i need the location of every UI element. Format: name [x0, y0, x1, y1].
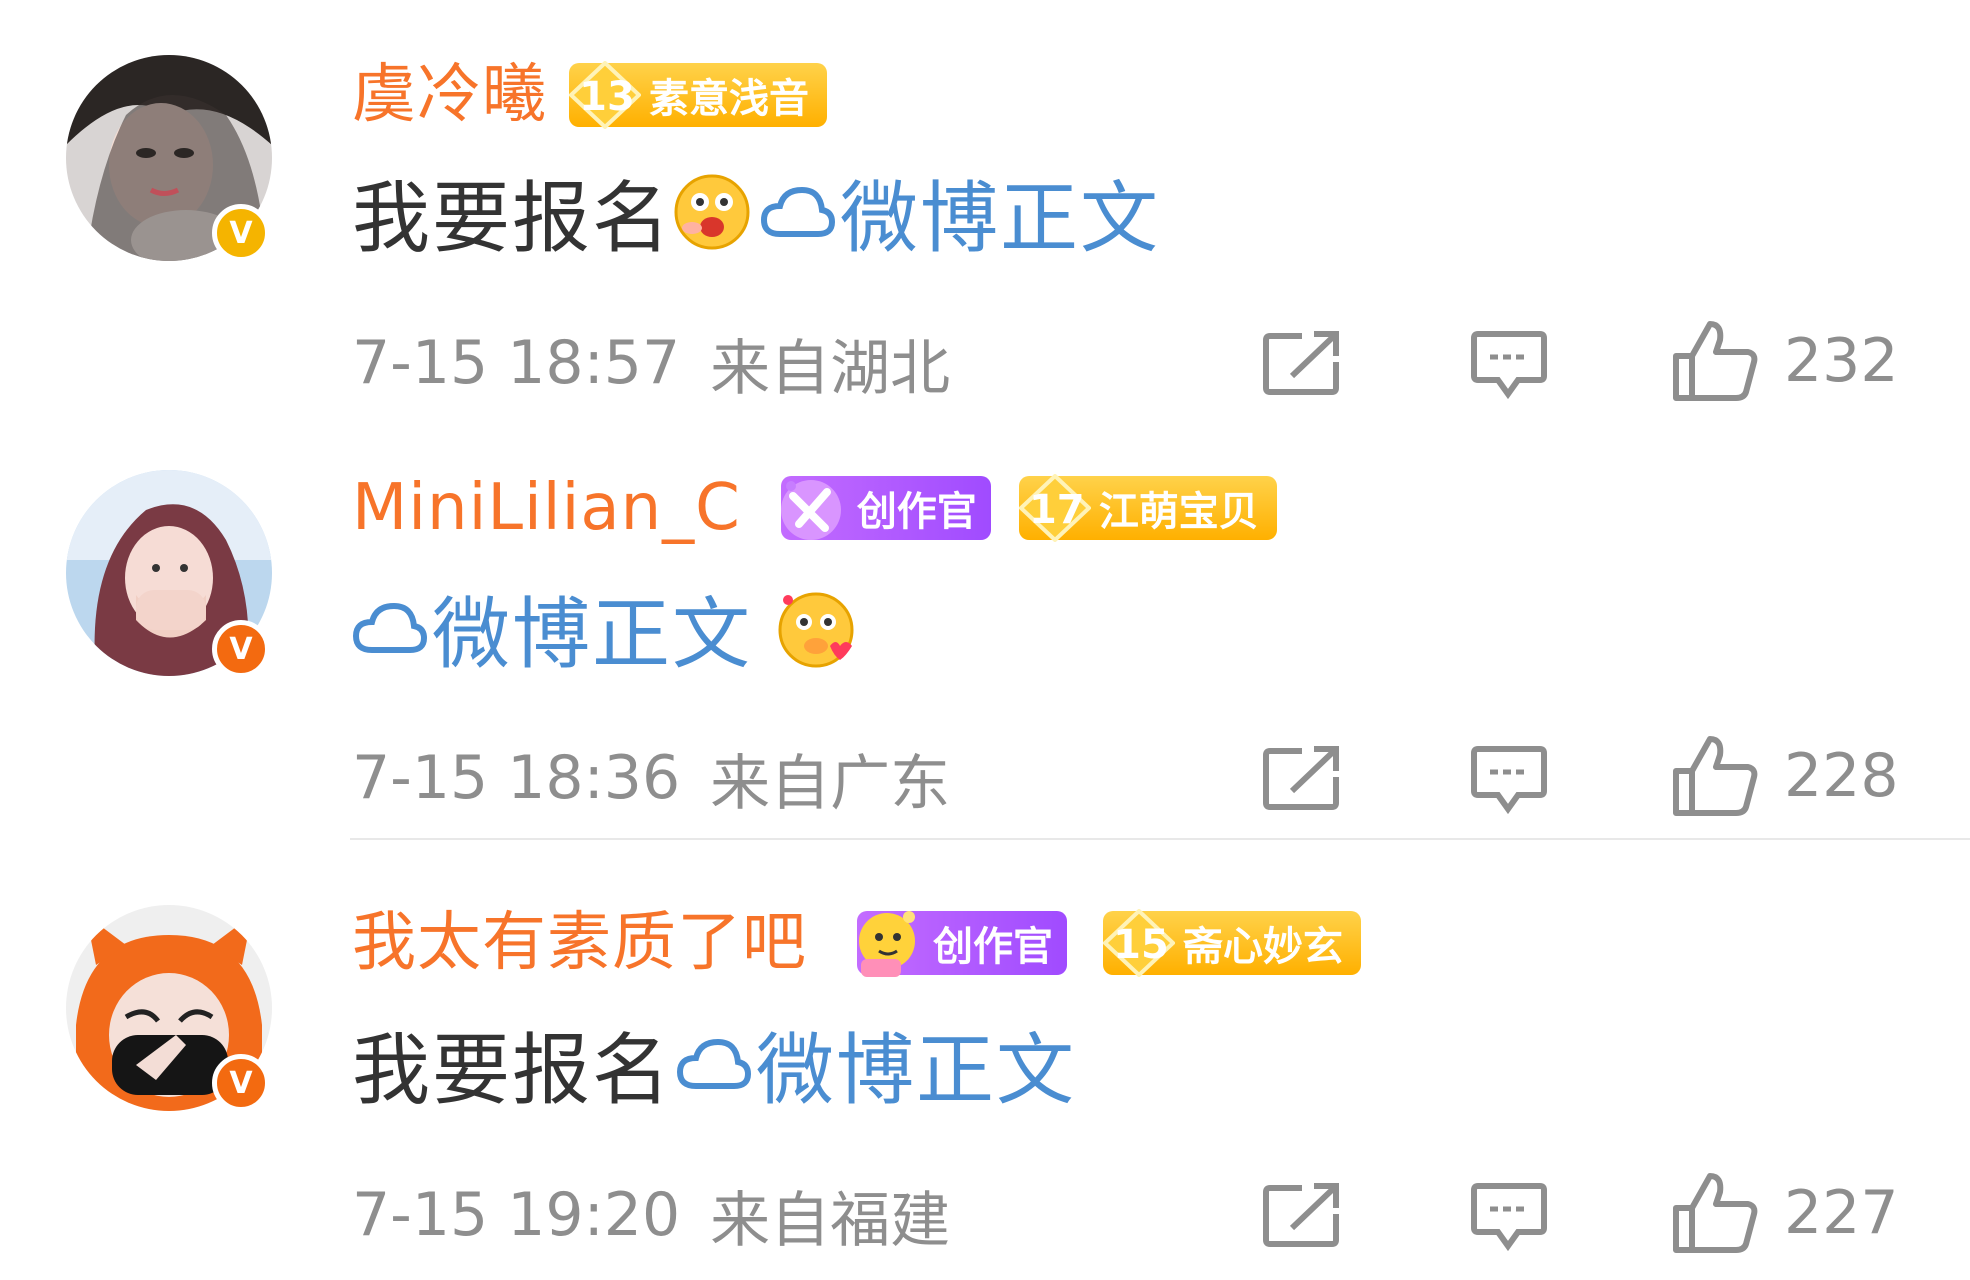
comment-time: 7-15 18:36: [352, 743, 681, 813]
thumbs-up-icon: [1673, 736, 1758, 816]
reply-button[interactable]: [1470, 330, 1548, 400]
weibo-post-link[interactable]: 微博正文: [352, 572, 752, 684]
creator-badge[interactable]: 创作官: [857, 911, 1067, 977]
comment-icon: [1471, 331, 1547, 400]
share-icon: [1263, 746, 1339, 810]
thumbs-up-icon: [1673, 1173, 1758, 1253]
fan-badge-label: 斋心妙玄: [1183, 924, 1343, 970]
comment-icon: [1471, 746, 1547, 815]
thumbs-up-icon: [1673, 321, 1758, 401]
weibo-cloud-icon: [677, 1038, 752, 1089]
weibo-cloud-icon: [761, 186, 836, 237]
love-face-emoji-icon: [778, 592, 854, 668]
comment-location: 来自福建: [710, 1185, 951, 1256]
verified-badge-icon: V: [212, 620, 270, 678]
comment-location: 来自广东: [710, 748, 951, 819]
comment-location: 来自湖北: [710, 333, 951, 404]
reply-button[interactable]: [1470, 745, 1548, 815]
share-icon: [1263, 1183, 1339, 1247]
creator-badge-label: 创作官: [856, 489, 977, 535]
username[interactable]: MiniLilian_C: [352, 468, 741, 548]
weibo-post-link-text: 微博正文: [840, 174, 1161, 264]
fan-level-number: 15: [1113, 922, 1169, 968]
creator-emblem-icon: [859, 911, 915, 977]
fan-level-number: 17: [1028, 487, 1085, 533]
like-count: 227: [1784, 1178, 1899, 1248]
like-count: 228: [1784, 741, 1899, 811]
username[interactable]: 虞冷曦: [352, 55, 547, 135]
verified-badge-icon: V: [212, 204, 270, 262]
username[interactable]: 我太有素质了吧: [352, 903, 807, 983]
share-icon: [1263, 331, 1339, 395]
comment-text: 我要报名: [352, 1026, 673, 1116]
surprised-face-emoji-icon: [674, 174, 750, 250]
like-button[interactable]: 227: [1672, 1172, 1899, 1254]
like-button[interactable]: 228: [1672, 735, 1899, 817]
like-count: 232: [1784, 326, 1899, 396]
share-button[interactable]: [1262, 745, 1340, 811]
weibo-post-link-text: 微博正文: [756, 1026, 1077, 1116]
weibo-post-link[interactable]: 微博正文: [760, 156, 1160, 268]
fan-level-badge[interactable]: 13 素意浅音: [569, 61, 827, 129]
fan-level-badge[interactable]: 15 斋心妙玄: [1103, 909, 1361, 977]
verified-badge-icon: V: [212, 1054, 270, 1112]
comment-icon: [1471, 1183, 1547, 1252]
creator-emblem-icon: [780, 480, 841, 540]
fan-level-badge[interactable]: 17 江萌宝贝: [1018, 474, 1277, 542]
weibo-post-link[interactable]: 微博正文: [676, 1008, 1076, 1120]
creator-badge-label: 创作官: [933, 924, 1053, 970]
comment-text: 我要报名: [352, 174, 673, 264]
comment-time: 7-15 18:57: [352, 328, 681, 398]
share-button[interactable]: [1262, 330, 1340, 396]
fan-level-number: 13: [579, 74, 635, 120]
weibo-post-link-text: 微博正文: [432, 590, 753, 680]
weibo-cloud-icon: [352, 602, 428, 653]
creator-badge[interactable]: 创作官: [780, 476, 991, 540]
share-button[interactable]: [1262, 1182, 1340, 1248]
comment-divider: [350, 838, 1970, 840]
comment-time: 7-15 19:20: [352, 1180, 681, 1250]
like-button[interactable]: 232: [1672, 320, 1899, 402]
reply-button[interactable]: [1470, 1182, 1548, 1252]
fan-badge-label: 江萌宝贝: [1098, 489, 1259, 535]
fan-badge-label: 素意浅音: [649, 76, 809, 122]
